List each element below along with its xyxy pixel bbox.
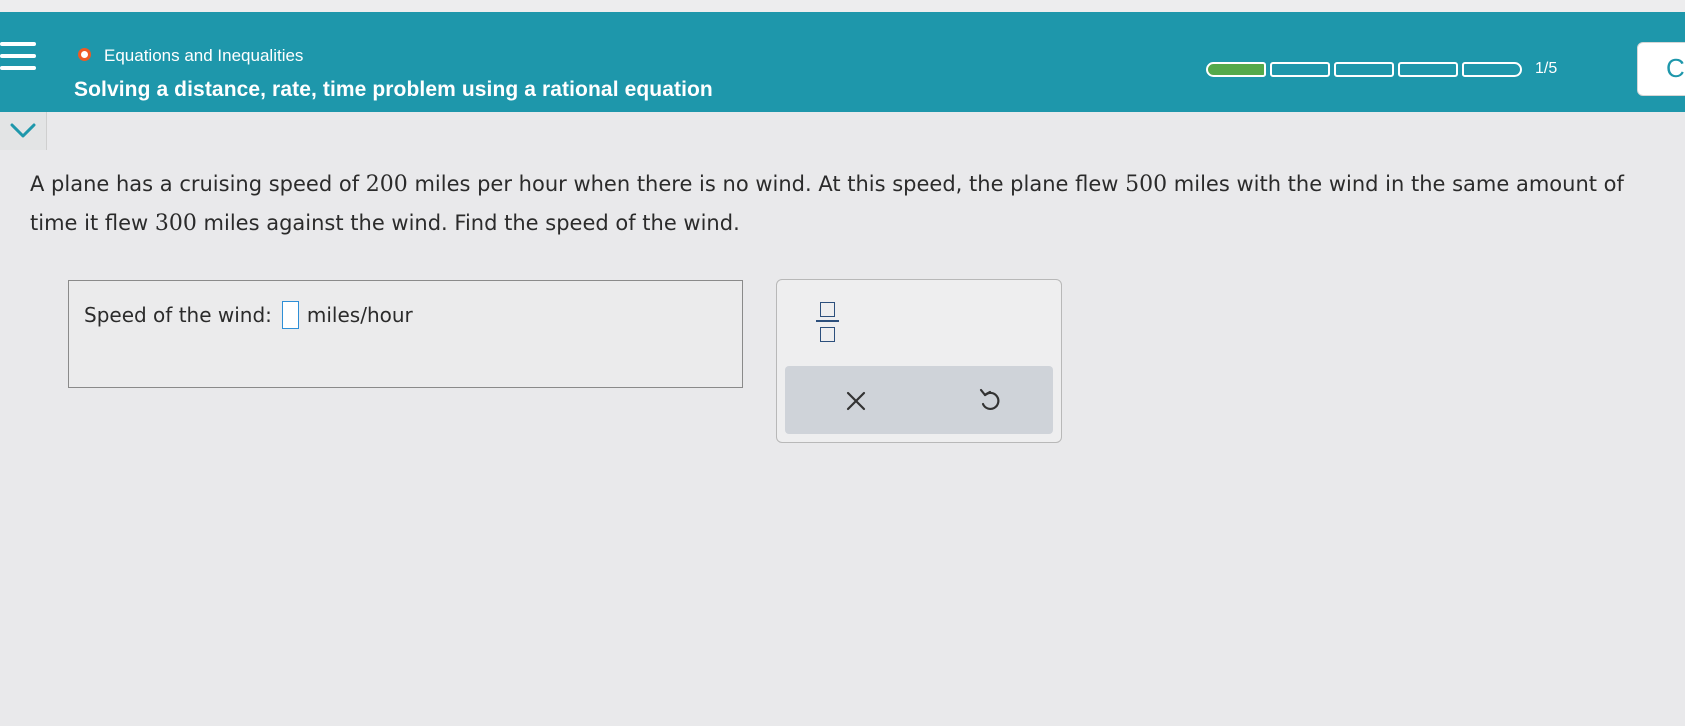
progress-segment-3 [1334, 62, 1394, 77]
app-header: Equations and Inequalities Solving a dis… [0, 12, 1685, 112]
collapse-toggle[interactable] [0, 112, 47, 150]
problem-text-1: A plane has a cruising speed of [30, 172, 366, 196]
fraction-template-icon[interactable] [813, 298, 843, 348]
problem-text-4: miles against the wind. Find the speed o… [196, 211, 740, 235]
problem-statement: A plane has a cruising speed of 200 mile… [30, 165, 1650, 243]
wind-speed-input[interactable] [281, 301, 299, 329]
undo-button[interactable] [975, 386, 1005, 416]
problem-text-2: miles per hour when there is no wind. At… [407, 172, 1126, 196]
header-corner-button[interactable]: C [1637, 42, 1685, 96]
progress-segment-4 [1398, 62, 1458, 77]
answer-area: Speed of the wind: miles/hour [68, 280, 743, 388]
clear-button[interactable] [841, 386, 871, 416]
answer-line: Speed of the wind: miles/hour [84, 301, 413, 329]
close-x-icon [846, 391, 866, 411]
browser-top-strip [0, 0, 1685, 12]
answer-unit: miles/hour [306, 303, 413, 327]
answer-label: Speed of the wind: [84, 303, 272, 327]
distance-against-wind-value: 300 [154, 211, 197, 236]
progress-segment-2 [1270, 62, 1330, 77]
undo-arrow-icon [979, 388, 1000, 411]
action-bar [785, 366, 1053, 434]
lesson-title: Solving a distance, rate, time problem u… [74, 78, 713, 101]
progress-count: 1/5 [1535, 60, 1558, 77]
progress-segment-5 [1462, 62, 1522, 77]
distance-with-wind-value: 500 [1125, 172, 1168, 197]
hamburger-menu-icon[interactable] [0, 40, 44, 80]
cruising-speed-value: 200 [365, 172, 408, 197]
math-tool-panel [776, 279, 1062, 443]
progress-bar [1206, 62, 1522, 77]
topic-status-icon [78, 48, 91, 61]
progress-segment-1 [1206, 62, 1266, 77]
chevron-down-icon [10, 123, 36, 138]
topic-title: Equations and Inequalities [104, 46, 304, 65]
